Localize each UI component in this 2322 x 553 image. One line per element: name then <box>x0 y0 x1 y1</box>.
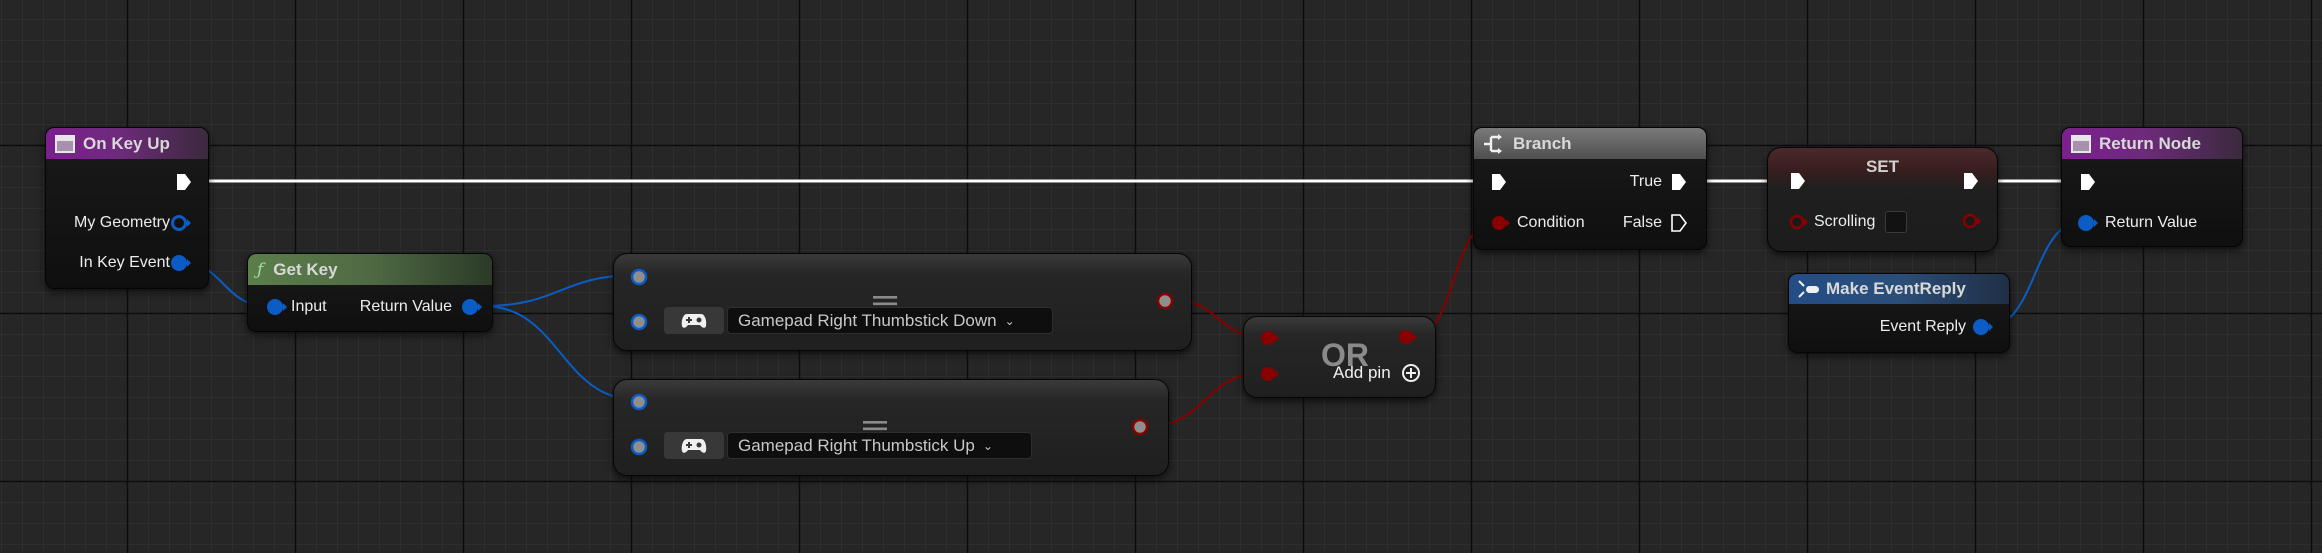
bool-pin-scrolling-out[interactable] <box>1961 211 1983 231</box>
key-pin-b[interactable] <box>629 312 649 332</box>
event-icon <box>2071 134 2091 153</box>
node-set-scrolling[interactable]: SET Scrolling <box>1767 147 1998 252</box>
bool-output-pin[interactable] <box>1397 327 1419 347</box>
key-dropdown[interactable]: Gamepad Right Thumbstick Up ⌄ <box>727 432 1032 459</box>
struct-pin-in-key-event[interactable] <box>170 253 192 273</box>
struct-pin-input[interactable] <box>266 297 288 317</box>
bool-output-pin[interactable] <box>1130 417 1150 437</box>
node-header: On Key Up <box>46 128 208 159</box>
key-pin-a[interactable] <box>629 392 649 412</box>
node-header: Branch <box>1474 128 1706 159</box>
gamepad-icon <box>681 313 707 328</box>
key-pin-a[interactable] <box>629 267 649 287</box>
node-make-event-reply[interactable]: Make EventReply Event Reply <box>1788 273 2010 353</box>
exec-in-pin[interactable] <box>1789 171 1807 191</box>
add-pin-button[interactable]: Add pin <box>1333 363 1421 383</box>
struct-pin-return-value[interactable] <box>2077 213 2099 233</box>
node-title: Branch <box>1513 133 1572 153</box>
node-title: Return Node <box>2099 133 2201 153</box>
node-header: Make EventReply <box>1789 274 2009 304</box>
pin-label-event-reply: Event Reply <box>1879 318 1966 335</box>
pin-label-input: Input <box>291 298 327 315</box>
function-icon: ƒ <box>257 259 264 280</box>
pin-label-my-geometry: My Geometry <box>73 214 170 231</box>
key-dropdown-value: Gamepad Right Thumbstick Down <box>738 310 997 330</box>
key-selector-button[interactable] <box>664 432 724 459</box>
branch-icon <box>1484 133 1502 154</box>
bool-pin-a[interactable] <box>1259 328 1281 348</box>
plus-circle-icon <box>1401 364 1420 382</box>
chevron-down-icon: ⌄ <box>982 438 993 453</box>
node-equal-key-up[interactable]: == Gamepad Right Thumbstick Up ⌄ <box>613 379 1169 476</box>
node-return[interactable]: Return Node Return Value <box>2061 127 2243 247</box>
exec-in-pin[interactable] <box>1490 172 1508 192</box>
pin-label-true: True <box>1629 173 1662 190</box>
struct-pin-my-geometry[interactable] <box>170 213 192 233</box>
node-on-key-up[interactable]: On Key Up My Geometry In Key Event <box>45 127 209 289</box>
pin-label-in-key-event: In Key Event <box>79 254 170 271</box>
node-branch[interactable]: Branch True Condition False <box>1473 127 1707 250</box>
exec-out-pin[interactable] <box>1962 171 1980 191</box>
pin-label-condition: Condition <box>1517 214 1585 231</box>
add-pin-label: Add pin <box>1333 363 1391 382</box>
pin-label-return-value: Return Value <box>2105 214 2198 231</box>
node-title: Get Key <box>273 259 338 279</box>
pin-label-false: False <box>1622 214 1662 231</box>
struct-pin-event-reply[interactable] <box>1972 317 1994 337</box>
exec-out-pin[interactable] <box>175 172 193 192</box>
gamepad-icon <box>681 438 707 453</box>
exec-false-pin[interactable] <box>1670 213 1688 233</box>
node-header: Return Node <box>2062 128 2242 159</box>
bool-pin-b[interactable] <box>1259 364 1281 384</box>
pin-label-scrolling: Scrolling <box>1814 213 1876 230</box>
exec-true-pin[interactable] <box>1670 172 1688 192</box>
struct-pin-return-value[interactable] <box>461 297 483 317</box>
scrolling-checkbox[interactable] <box>1885 211 1907 233</box>
node-equal-key-down[interactable]: == Gamepad Right Thumbstick Down ⌄ <box>613 253 1192 351</box>
key-dropdown-value: Gamepad Right Thumbstick Up <box>738 435 975 455</box>
make-struct-icon <box>1798 280 1819 298</box>
bool-pin-condition[interactable] <box>1490 213 1512 233</box>
chevron-down-icon: ⌄ <box>1004 313 1015 328</box>
node-or[interactable]: OR Add pin <box>1243 316 1436 398</box>
event-icon <box>55 134 75 153</box>
node-get-key[interactable]: ƒ Get Key Input Return Value <box>247 253 493 332</box>
pin-label-return-value: Return Value <box>359 298 452 315</box>
node-header: ƒ Get Key <box>248 254 492 285</box>
bool-output-pin[interactable] <box>1155 291 1175 311</box>
bool-pin-scrolling-in[interactable] <box>1788 212 1810 232</box>
key-dropdown[interactable]: Gamepad Right Thumbstick Down ⌄ <box>727 307 1053 334</box>
node-title: On Key Up <box>83 133 170 153</box>
exec-in-pin[interactable] <box>2079 172 2097 192</box>
key-pin-b[interactable] <box>629 437 649 457</box>
node-title: Make EventReply <box>1826 279 1966 298</box>
key-selector-button[interactable] <box>664 307 724 334</box>
